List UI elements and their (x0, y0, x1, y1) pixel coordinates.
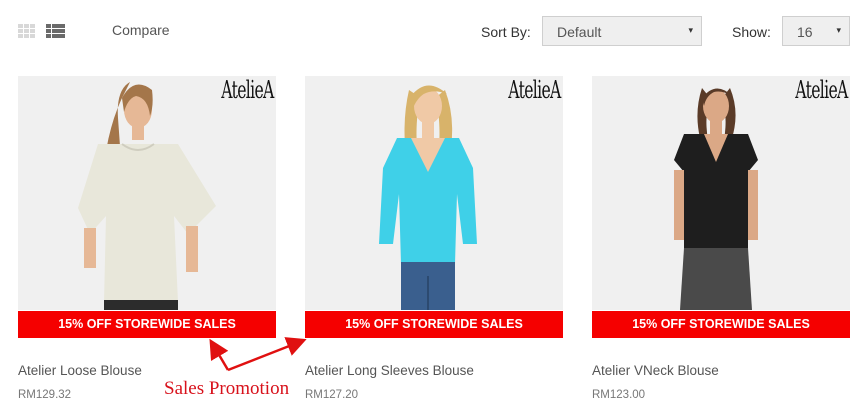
annotation-arrow-left (209, 338, 230, 371)
annotation-arrows (209, 337, 307, 372)
sales-promotion-annotation: Sales Promotion (164, 378, 290, 399)
annotation-arrow-right (227, 337, 307, 372)
